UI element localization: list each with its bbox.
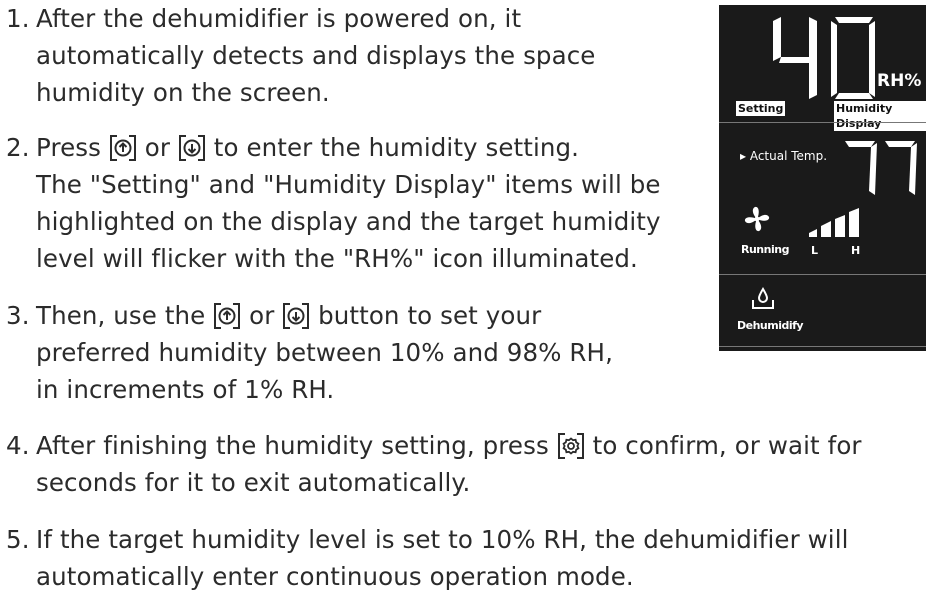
step-text: The "Setting" and "Humidity Display" ite… (36, 170, 661, 199)
humidity-seven-segment (773, 17, 875, 99)
divider (719, 346, 926, 347)
step-text: After the dehumidifier is powered on, it (36, 4, 522, 33)
step-text: or (241, 301, 283, 330)
step-text: seconds for it to exit automatically. (36, 468, 471, 497)
gear-button-icon (557, 433, 584, 459)
step-text: automatically enter continuous operation… (36, 562, 634, 591)
step-text: automatically detects and displays the s… (36, 41, 596, 70)
step-5: 5. If the target humidity level is set to… (0, 521, 849, 595)
down-button-icon (178, 135, 205, 161)
step-text: highlighted on the display and the targe… (36, 207, 661, 236)
temperature-seven-segment (845, 141, 917, 195)
divider (719, 122, 926, 123)
step-text: in increments of 1% RH. (36, 375, 335, 404)
dehumidifier-display-panel: 40 RH% Setting Humidity Display ▸ Actual… (719, 5, 926, 351)
up-button-icon (109, 135, 136, 161)
step-text: After finishing the humidity setting, pr… (36, 431, 557, 460)
step-text: or (136, 133, 178, 162)
step-text: If the target humidity level is set to 1… (36, 525, 849, 554)
step-number: 2. (6, 133, 30, 162)
step-number: 4. (6, 431, 30, 460)
fan-speed-bars (809, 208, 859, 237)
fan-low-label: L (811, 244, 819, 257)
dehumidify-label: Dehumidify (737, 319, 804, 332)
step-number: 5. (6, 525, 30, 554)
running-label: Running (741, 243, 789, 256)
step-number: 3. (6, 301, 30, 330)
step-2: 2. Press or to enter the humidity setting… (0, 129, 661, 277)
step-4: 4. After finishing the humidity setting, … (0, 427, 862, 501)
step-text: preferred humidity between 10% and 98% R… (36, 338, 613, 367)
humidity-display-tag: Humidity Display (834, 101, 926, 131)
step-text: to confirm, or wait for (584, 431, 862, 460)
step-text: to enter the humidity setting. (205, 133, 580, 162)
step-text: level will flicker with the "RH%" icon i… (36, 244, 638, 273)
rh-percent-label: RH% (877, 71, 922, 91)
step-text: humidity on the screen. (36, 78, 330, 107)
down-button-icon (283, 303, 310, 329)
step-text: button to set your (310, 301, 542, 330)
fan-icon (744, 206, 770, 232)
fan-high-label: H (851, 244, 861, 257)
step-text: Then, use the (36, 301, 214, 330)
step-3: 3. Then, use the or button to set your pr… (0, 297, 613, 408)
divider (719, 274, 926, 275)
step-number: 1. (6, 4, 30, 33)
step-1: 1. After the dehumidifier is powered on, … (0, 0, 595, 111)
actual-temp-label: ▸ Actual Temp. (740, 149, 828, 163)
step-text: Press (36, 133, 109, 162)
up-button-icon (214, 303, 241, 329)
setting-tag: Setting (736, 101, 786, 116)
water-tank-icon (752, 287, 774, 309)
